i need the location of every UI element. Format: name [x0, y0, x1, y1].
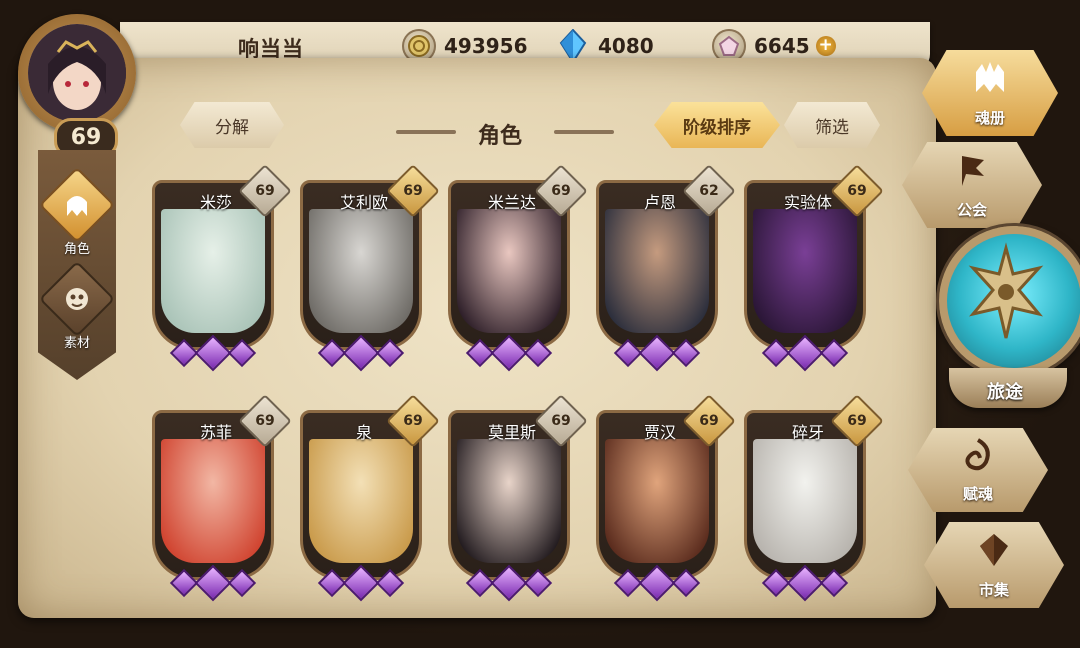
- character-portrait: [309, 209, 413, 333]
- guild-banner-icon: [962, 156, 984, 186]
- character-card[interactable]: 泉 69: [300, 394, 440, 602]
- rank-gem-icon: [523, 568, 553, 598]
- character-level: 69: [699, 413, 719, 429]
- gold-amount: 493956: [444, 34, 528, 58]
- journey-emblem-icon: [968, 242, 1044, 339]
- rank-gems: [316, 564, 406, 602]
- nav-label: 魂册: [974, 109, 1005, 127]
- nav-label: 赋魂: [962, 485, 993, 503]
- rank-gem-icon: [490, 334, 528, 372]
- character-level: 69: [403, 413, 423, 429]
- character-portrait: [161, 439, 265, 563]
- character-level: 69: [403, 183, 423, 199]
- rank-gems: [612, 564, 702, 602]
- rank-gem-icon: [638, 334, 676, 372]
- rank-gem-icon: [819, 338, 849, 368]
- character-portrait: [457, 209, 561, 333]
- character-card[interactable]: 实验体 69: [744, 164, 884, 372]
- add-gem-button[interactable]: +: [815, 36, 836, 56]
- rank-gem-icon: [194, 334, 232, 372]
- rank-gem-icon: [227, 568, 257, 598]
- rank-gem-icon: [227, 338, 257, 368]
- player-avatar[interactable]: 69: [10, 14, 146, 158]
- character-portrait: [161, 209, 265, 333]
- character-helmet-icon: [67, 196, 87, 216]
- nav-guild[interactable]: 公会: [902, 142, 1042, 228]
- soul-book-icon: [976, 62, 1004, 92]
- character-diamond: [38, 166, 116, 244]
- crystal-amount: 4080: [598, 34, 654, 58]
- rank-gems: [168, 564, 258, 602]
- rank-gems: [612, 334, 702, 372]
- rank-gems: [316, 334, 406, 372]
- rank-gem-icon: [342, 334, 380, 372]
- market-gem-icon: [980, 534, 1008, 566]
- rank-gem-icon: [523, 338, 553, 368]
- side-tab-material[interactable]: 素材: [38, 260, 116, 351]
- rank-gems: [464, 334, 554, 372]
- nav-soul-book[interactable]: 魂册: [922, 50, 1058, 136]
- character-card[interactable]: 米莎 69: [152, 164, 292, 372]
- character-card[interactable]: 莫里斯 69: [448, 394, 588, 602]
- gem-amount: 6645: [754, 34, 810, 58]
- title-flourish-left: [396, 130, 456, 134]
- character-level: 69: [255, 183, 275, 199]
- character-portrait: [309, 439, 413, 563]
- rank-gems: [464, 564, 554, 602]
- rank-gem-icon: [819, 568, 849, 598]
- nav-market[interactable]: 市集: [924, 522, 1064, 608]
- character-card[interactable]: 贾汉 69: [596, 394, 736, 602]
- character-level: 69: [847, 413, 867, 429]
- decompose-button[interactable]: 分解: [180, 102, 284, 148]
- nav-journey[interactable]: 旅途: [935, 218, 1080, 414]
- character-level: 69: [551, 413, 571, 429]
- character-level: 69: [255, 413, 275, 429]
- rank-gem-icon: [671, 568, 701, 598]
- nav-soul-infuse[interactable]: 赋魂: [908, 428, 1048, 512]
- character-card[interactable]: 碎牙 69: [744, 394, 884, 602]
- rank-gem-icon: [786, 564, 824, 602]
- character-card[interactable]: 艾利欧 69: [300, 164, 440, 372]
- character-level: 69: [551, 183, 571, 199]
- character-portrait: [753, 439, 857, 563]
- rank-gem-icon: [375, 338, 405, 368]
- character-portrait: [605, 209, 709, 333]
- nav-label: 旅途: [987, 382, 1023, 403]
- rank-gem-icon: [671, 338, 701, 368]
- character-level: 62: [699, 183, 719, 199]
- character-portrait: [457, 439, 561, 563]
- nav-label: 市集: [978, 581, 1009, 599]
- material-diamond: [38, 260, 116, 338]
- rank-gems: [760, 564, 850, 602]
- sort-by-rank-button[interactable]: 阶级排序: [654, 102, 780, 148]
- nav-label: 公会: [956, 201, 987, 219]
- rank-gem-icon: [638, 564, 676, 602]
- material-mask-icon: [66, 288, 88, 310]
- avatar: [28, 24, 126, 122]
- rank-gem-icon: [342, 564, 380, 602]
- section-title: 角色: [478, 124, 523, 149]
- side-tab-character[interactable]: 角色: [38, 166, 116, 257]
- character-card[interactable]: 米兰达 69: [448, 164, 588, 372]
- rank-gem-icon: [490, 564, 528, 602]
- journey-disc: [939, 226, 1080, 376]
- rank-gems: [760, 334, 850, 372]
- character-level: 69: [847, 183, 867, 199]
- character-portrait: [605, 439, 709, 563]
- title-flourish-right: [554, 130, 614, 134]
- rank-gem-icon: [194, 564, 232, 602]
- soul-swirl-icon: [965, 438, 990, 471]
- character-card[interactable]: 卢恩 62: [596, 164, 736, 372]
- character-card[interactable]: 苏菲 69: [152, 394, 292, 602]
- rank-gem-icon: [786, 334, 824, 372]
- rank-gem-icon: [375, 568, 405, 598]
- rank-gems: [168, 334, 258, 372]
- filter-button[interactable]: 筛选: [784, 102, 880, 148]
- character-portrait: [753, 209, 857, 333]
